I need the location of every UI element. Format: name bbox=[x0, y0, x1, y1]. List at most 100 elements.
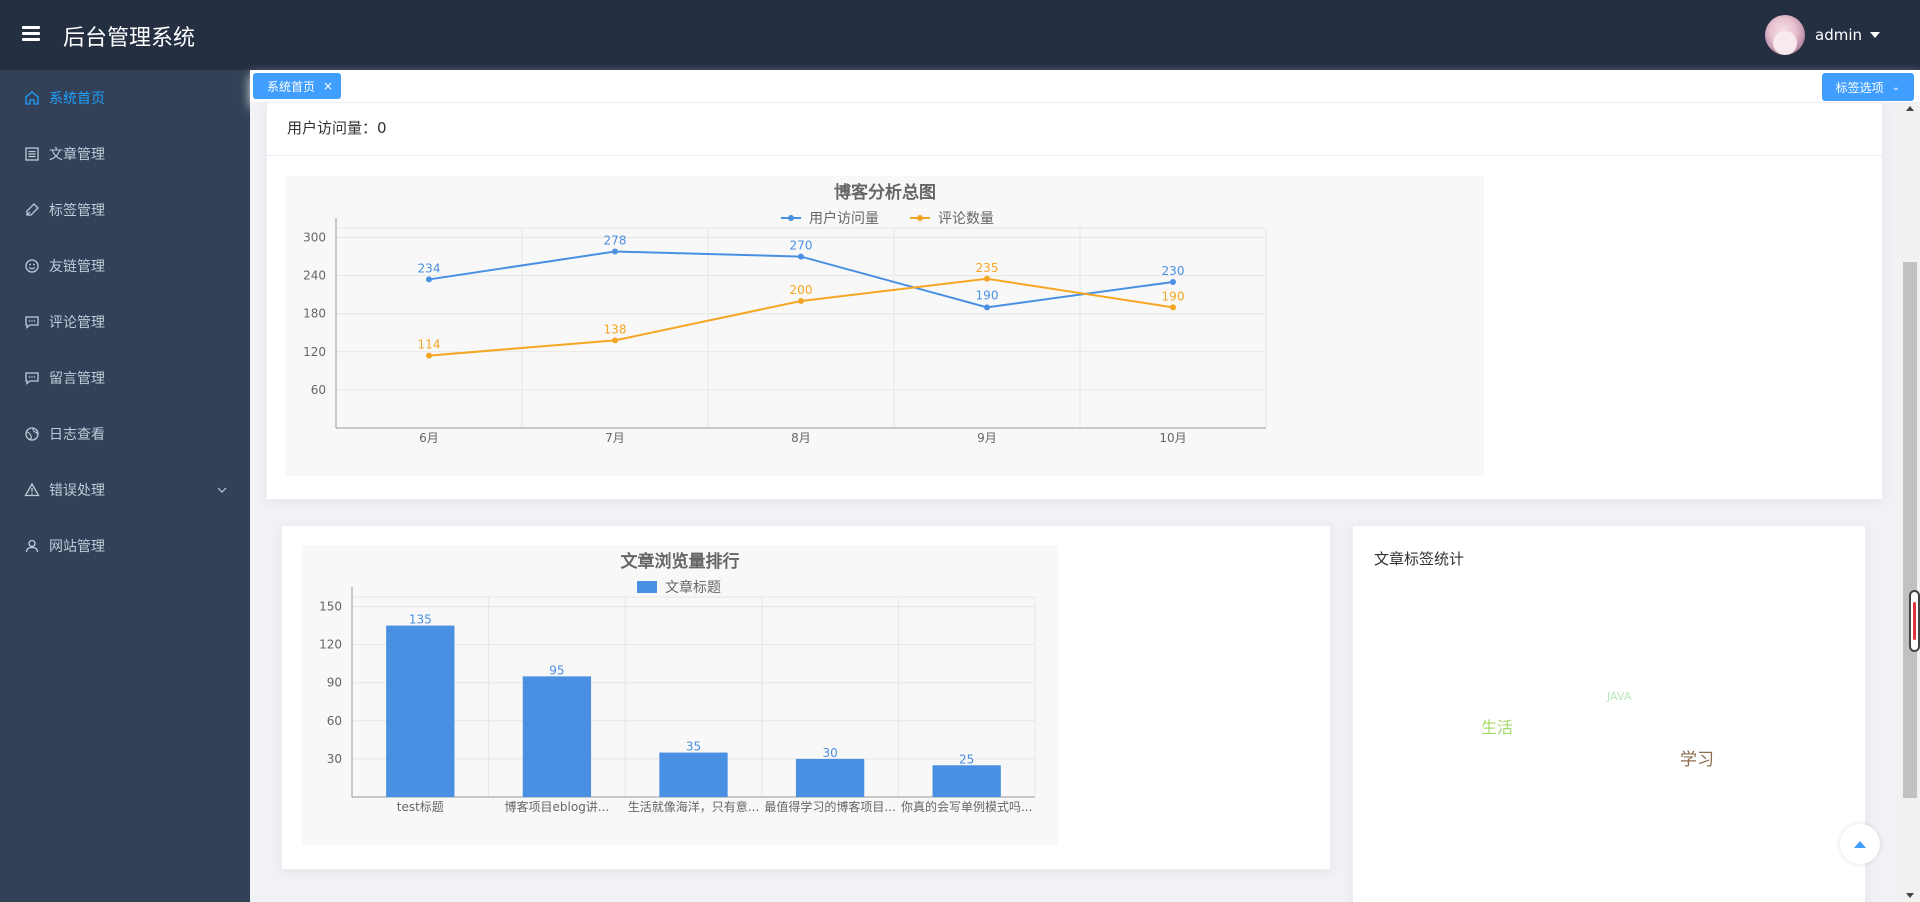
data-point bbox=[798, 298, 804, 305]
tag-icon bbox=[26, 203, 39, 216]
x-tick-label: test标题 bbox=[397, 800, 444, 814]
home-icon bbox=[25, 91, 39, 105]
x-tick-label: 最值得学习的博客项目... bbox=[764, 799, 895, 814]
bar bbox=[386, 625, 455, 797]
chart-title: 文章浏览量排行 bbox=[621, 551, 740, 572]
chevron-down-icon[interactable]: ⌄ bbox=[1892, 82, 1900, 93]
floating-scroll-indicator[interactable] bbox=[1909, 590, 1920, 652]
x-tick-label: 你真的会写单例模式吗... bbox=[901, 799, 1032, 814]
sidebar-item-site[interactable]: 网站管理 bbox=[0, 518, 250, 574]
data-point bbox=[1170, 304, 1176, 311]
data-point bbox=[612, 337, 618, 344]
y-tick-label: 60 bbox=[311, 383, 326, 397]
y-tick-label: 240 bbox=[303, 269, 326, 283]
overview-card: 用户访问量：0 博客分析总图 60 120 180 240 300 6月 7月 8月 9月 10月 用… bbox=[266, 102, 1883, 500]
sidebar-item-articles[interactable]: 文章管理 bbox=[0, 126, 250, 182]
message-icon bbox=[25, 372, 39, 385]
data-point bbox=[426, 352, 432, 359]
y-tick-label: 180 bbox=[303, 307, 326, 321]
y-tick-label: 120 bbox=[303, 345, 326, 359]
data-label: 30 bbox=[822, 746, 837, 760]
sidebar-item-errors[interactable]: 错误处理 bbox=[0, 462, 250, 518]
legend-label: 文章标题 bbox=[665, 579, 721, 596]
page-scrollbar[interactable] bbox=[1900, 102, 1920, 902]
sidebar-item-label: 留言管理 bbox=[49, 371, 105, 387]
bar-chart-container: 文章浏览量排行 30 60 90 120 150 test标题 博客项目eblog讲... 生活… bbox=[302, 545, 1058, 845]
warning-icon bbox=[24, 482, 40, 497]
tag-home[interactable]: 系统首页 × bbox=[253, 73, 342, 99]
sidebar-item-messages[interactable]: 留言管理 bbox=[0, 350, 250, 406]
document-icon bbox=[25, 147, 39, 161]
data-label: 230 bbox=[1162, 264, 1185, 278]
data-point bbox=[612, 248, 618, 255]
y-tick-label: 150 bbox=[319, 600, 342, 614]
back-to-top-button[interactable] bbox=[1840, 824, 1880, 864]
legend-label: 评论数量 bbox=[938, 211, 994, 227]
menu-toggle-icon[interactable] bbox=[22, 26, 40, 42]
x-tick-label: 博客项目eblog讲... bbox=[505, 799, 610, 814]
main-content: 用户访问量：0 博客分析总图 60 120 180 240 300 6月 7月 8月 9月 10月 用… bbox=[250, 102, 1900, 902]
data-label: 190 bbox=[976, 288, 999, 302]
sidebar-item-label: 文章管理 bbox=[49, 147, 105, 163]
data-point bbox=[798, 253, 804, 260]
caret-down-icon[interactable] bbox=[1870, 32, 1880, 38]
sidebar-item-label: 网站管理 bbox=[49, 539, 105, 555]
scroll-down-arrow-icon[interactable] bbox=[1906, 893, 1914, 898]
x-tick-label: 7月 bbox=[605, 431, 625, 445]
legend-label: 用户访问量 bbox=[809, 210, 879, 227]
arrow-up-icon bbox=[1854, 840, 1866, 848]
data-label: 95 bbox=[549, 663, 564, 677]
bar bbox=[659, 752, 728, 797]
data-label: 135 bbox=[409, 613, 432, 627]
data-point bbox=[984, 275, 990, 282]
comment-icon bbox=[25, 316, 39, 329]
sidebar-item-comments[interactable]: 评论管理 bbox=[0, 294, 250, 350]
legend-swatch bbox=[788, 215, 794, 221]
sidebar-item-label: 日志查看 bbox=[49, 427, 105, 443]
tag-options-button[interactable]: 标签选项 ⌄ bbox=[1821, 73, 1914, 101]
data-label: 234 bbox=[418, 261, 441, 275]
scroll-thumb[interactable] bbox=[1903, 262, 1917, 798]
sidebar-item-tags[interactable]: 标签管理 bbox=[0, 182, 250, 238]
bar bbox=[932, 765, 1001, 797]
app-title: 后台管理系统 bbox=[63, 26, 196, 51]
data-label: 278 bbox=[604, 233, 627, 247]
visits-count: 用户访问量：0 bbox=[287, 119, 387, 137]
data-label: 114 bbox=[418, 338, 441, 352]
y-tick-label: 90 bbox=[327, 676, 342, 690]
sidebar-item-label: 评论管理 bbox=[49, 315, 105, 331]
data-label: 35 bbox=[686, 740, 701, 754]
y-tick-label: 60 bbox=[327, 714, 342, 728]
scroll-up-arrow-icon[interactable] bbox=[1906, 106, 1914, 111]
legend-swatch bbox=[917, 215, 923, 221]
user-menu[interactable]: admin bbox=[1765, 15, 1880, 55]
close-icon[interactable]: × bbox=[323, 79, 333, 93]
sidebar-item-logs[interactable]: 日志查看 bbox=[0, 406, 250, 462]
word-cloud-item: 生活 bbox=[1481, 718, 1514, 737]
divider bbox=[267, 155, 1882, 156]
sidebar-item-label: 系统首页 bbox=[49, 91, 105, 107]
sidebar-item-home[interactable]: 系统首页 bbox=[0, 70, 250, 126]
sidebar-item-links[interactable]: 友链管理 bbox=[0, 238, 250, 294]
data-label: 235 bbox=[976, 261, 999, 275]
legend-swatch bbox=[637, 581, 657, 593]
views-ranking-card: 文章浏览量排行 30 60 90 120 150 test标题 博客项目eblog讲... 生活… bbox=[281, 525, 1331, 870]
tag-options-label[interactable]: 标签选项 bbox=[1836, 79, 1884, 96]
globe-icon bbox=[25, 427, 39, 441]
avatar[interactable] bbox=[1765, 15, 1805, 55]
tags-bar: 系统首页 × 标签选项 ⌄ bbox=[250, 70, 1920, 102]
x-tick-label: 6月 bbox=[419, 431, 439, 445]
bar bbox=[522, 676, 592, 797]
word-cloud-item: 学习 bbox=[1680, 750, 1714, 770]
data-label: 25 bbox=[959, 752, 974, 766]
username[interactable]: admin bbox=[1815, 26, 1862, 44]
sidebar: 系统首页 文章管理 标签管理 友链管理 评论管理 留言管理 日志查看 错误处理 … bbox=[0, 70, 250, 902]
tag-label[interactable]: 系统首页 bbox=[267, 78, 315, 95]
word-cloud-item: JAVA bbox=[1607, 690, 1632, 703]
data-label: 190 bbox=[1162, 289, 1185, 303]
x-tick-label: 10月 bbox=[1159, 431, 1186, 445]
x-tick-label: 9月 bbox=[977, 431, 997, 445]
tag-stats-card: 文章标签统计 JAVA 生活 学习 bbox=[1352, 525, 1866, 902]
chevron-down-icon[interactable] bbox=[216, 484, 228, 496]
line-chart-container: 博客分析总图 60 120 180 240 300 6月 7月 8月 9月 10月 用户访问量 评论数量… bbox=[286, 176, 1484, 476]
